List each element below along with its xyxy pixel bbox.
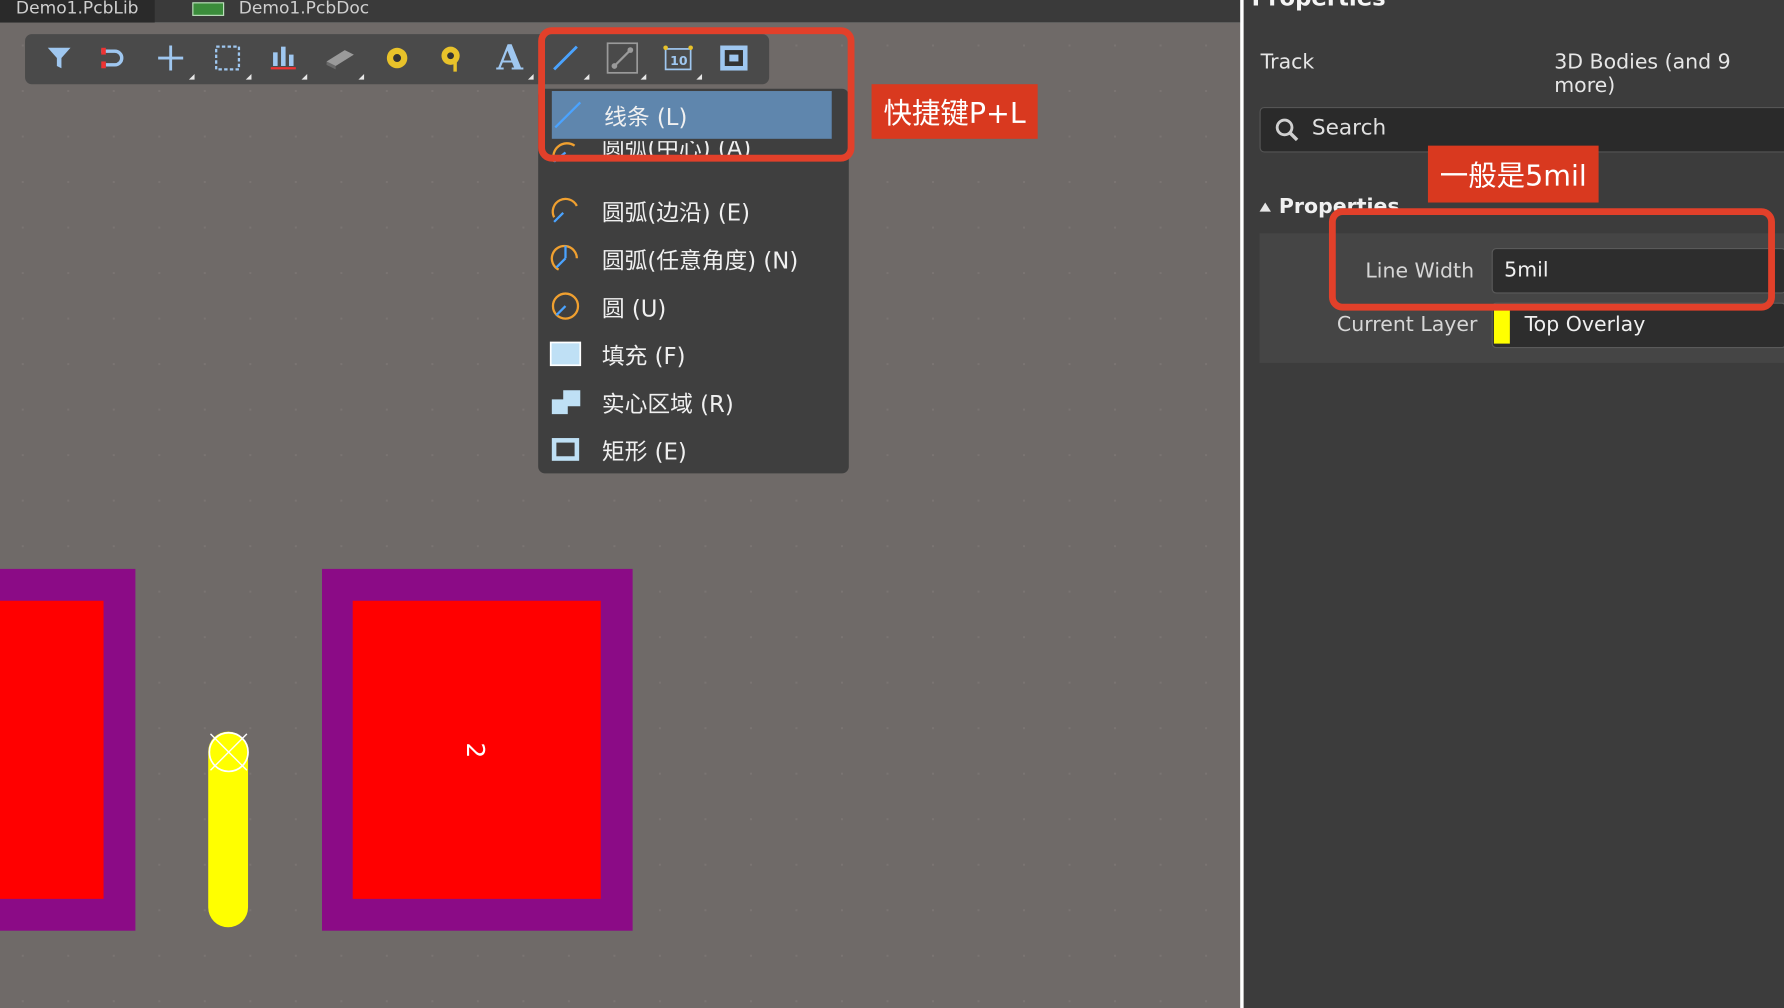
solid-region-icon: [550, 386, 582, 418]
menu-item-fill-label: 填充 (F): [601, 341, 686, 370]
menu-item-circle-label: 圆 (U): [601, 294, 667, 322]
menu-item-rectangle[interactable]: 矩形 (E): [538, 427, 849, 473]
menu-item-arc-edge-label: 圆弧(边沿) (E): [601, 198, 751, 226]
current-layer-value: Top Overlay: [1524, 312, 1646, 337]
tab-bar: Demo1.PcbLib Demo1.PcbDoc: [0, 0, 1241, 23]
width-annotation: 一般是5mil: [1427, 145, 1599, 203]
panel-title: Properties: [1252, 0, 1386, 11]
pad-1[interactable]: [0, 600, 104, 899]
pad-icon[interactable]: [380, 41, 414, 75]
track-endpoint-icon: [208, 731, 249, 773]
object-filter[interactable]: 3D Bodies (and 9 more): [1554, 50, 1784, 98]
crosshair-icon[interactable]: [154, 41, 195, 80]
menu-item-arc-any-angle-label: 圆弧(任意角度) (N): [601, 246, 799, 274]
arc-edge-icon: [550, 195, 582, 227]
arc-any-angle-icon: [550, 242, 582, 274]
menu-item-solid-region-label: 实心区域 (R): [601, 389, 734, 418]
menu-item-solid-region[interactable]: 实心区域 (R): [538, 379, 849, 425]
via-icon[interactable]: [436, 41, 470, 75]
highlight-line-tool: [538, 27, 855, 162]
pad-2-label: 2: [460, 742, 489, 759]
filter-icon[interactable]: [42, 41, 76, 75]
menu-item-rectangle-label: 矩形 (E): [601, 437, 687, 465]
current-layer-label: Current Layer: [1336, 312, 1478, 337]
menu-item-circle[interactable]: 圆 (U): [538, 283, 849, 329]
search-icon: [1275, 118, 1299, 142]
tab-pcblib-label: Demo1.PcbLib: [15, 0, 139, 19]
tab-pcblib[interactable]: Demo1.PcbLib: [0, 0, 155, 23]
shortcut-annotation: 快捷键P+L: [871, 84, 1038, 139]
layer-color-swatch: [1493, 304, 1510, 344]
circle-icon: [550, 290, 582, 322]
text-icon[interactable]: A: [493, 38, 534, 80]
highlight-line-width: [1328, 208, 1775, 311]
tab-pcbdoc[interactable]: Demo1.PcbDoc: [176, 0, 385, 23]
collapse-triangle-icon[interactable]: [1259, 202, 1271, 212]
interactive-routing-icon[interactable]: [98, 41, 132, 75]
component-icon[interactable]: [323, 41, 365, 80]
tab-pcbdoc-label: Demo1.PcbDoc: [238, 0, 370, 19]
menu-item-arc-any-angle[interactable]: 圆弧(任意角度) (N): [538, 236, 849, 282]
fill-icon: [549, 338, 582, 370]
rectangle-icon: [550, 434, 582, 466]
menu-item-fill[interactable]: 填充 (F): [538, 331, 849, 377]
align-icon[interactable]: [266, 41, 308, 80]
search-placeholder: Search: [1311, 114, 1387, 140]
select-area-icon[interactable]: [210, 41, 252, 80]
object-type: Track: [1260, 50, 1315, 74]
pcb-doc-icon: [192, 1, 225, 16]
menu-item-arc-edge[interactable]: 圆弧(边沿) (E): [538, 188, 849, 234]
